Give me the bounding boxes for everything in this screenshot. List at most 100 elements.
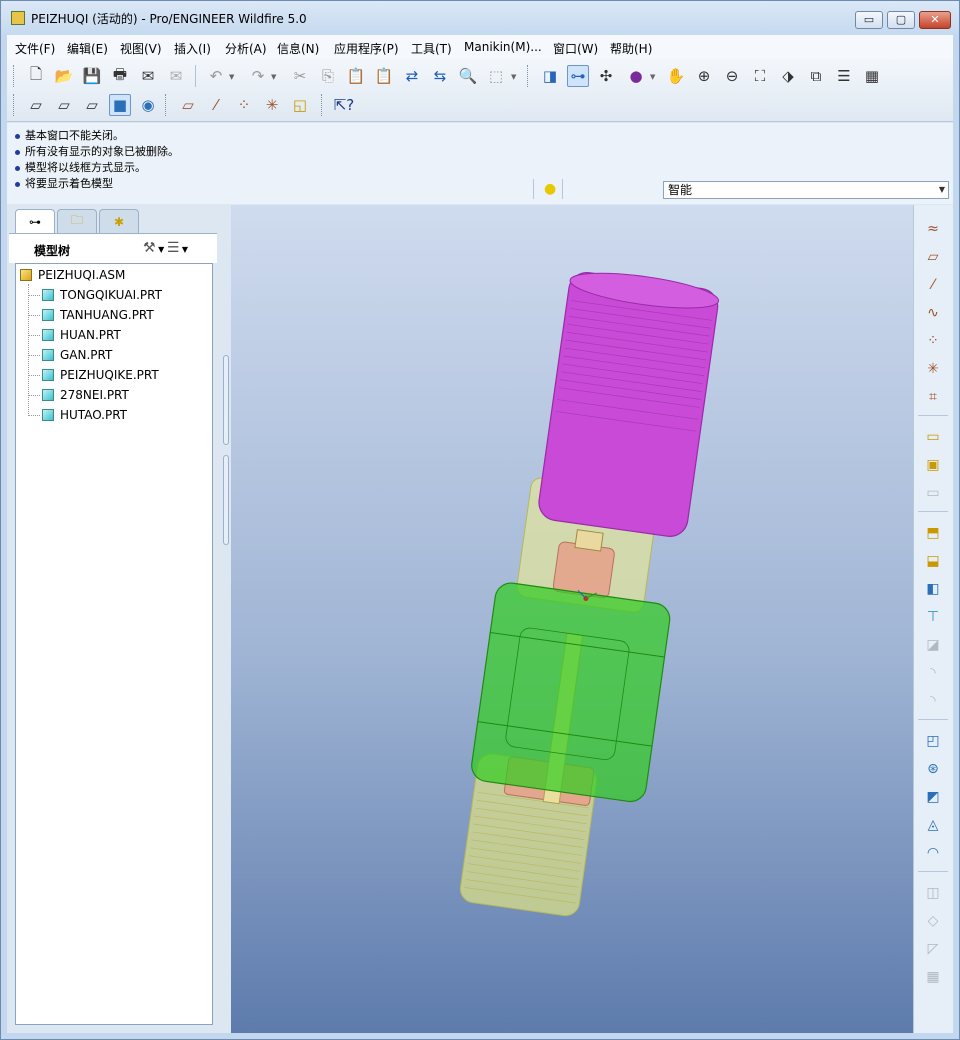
- cut-icon[interactable]: ✂: [289, 65, 311, 87]
- coord-systems-icon[interactable]: ✳: [261, 94, 283, 116]
- new-file-icon[interactable]: 🗋: [25, 65, 47, 87]
- datum-point-icon[interactable]: ⁘: [920, 329, 946, 353]
- chamfer-icon[interactable]: ◰: [920, 729, 946, 753]
- green-housing[interactable]: [470, 581, 672, 804]
- folder-browser-tab[interactable]: 🗀: [57, 209, 97, 233]
- layers-icon[interactable]: ☰: [833, 65, 855, 87]
- zoom-in-icon[interactable]: ⊕: [693, 65, 715, 87]
- orient-icon[interactable]: ⬗: [777, 65, 799, 87]
- datum-curve-sketch-icon[interactable]: ≈: [920, 217, 946, 241]
- lightbulb-icon[interactable]: ●: [544, 181, 556, 197]
- show-icon[interactable]: ☰: [167, 240, 180, 256]
- boundary-blend-icon[interactable]: ⊤: [920, 605, 946, 629]
- datum-points-icon[interactable]: ⁘: [233, 94, 255, 116]
- merge-icon[interactable]: ◇: [920, 909, 946, 933]
- favorites-tab[interactable]: ✱: [99, 209, 139, 233]
- redo-icon[interactable]: ↷: [247, 65, 269, 87]
- extend-icon[interactable]: ▦: [920, 965, 946, 989]
- revolve-icon[interactable]: ⬓: [920, 549, 946, 573]
- toolbar-grip[interactable]: [13, 94, 16, 116]
- pan-icon[interactable]: ✋: [665, 65, 687, 87]
- place-component-icon[interactable]: ▭: [920, 425, 946, 449]
- model-tree-tab[interactable]: ⊶: [15, 209, 55, 233]
- tree-item[interactable]: HUAN.PRT: [28, 325, 121, 345]
- menu-edit[interactable]: 编辑(E): [67, 40, 108, 57]
- find-icon[interactable]: 🔍: [457, 65, 479, 87]
- menu-view[interactable]: 视图(V): [120, 40, 162, 57]
- select-dropdown-icon[interactable]: ▼: [511, 73, 516, 81]
- paste-icon[interactable]: 📋: [345, 65, 367, 87]
- datum-csys-icon[interactable]: ✳: [920, 357, 946, 381]
- mail-icon[interactable]: ✉: [165, 65, 187, 87]
- toolbar-grip[interactable]: [527, 65, 530, 87]
- variable-section-sweep-icon[interactable]: ◧: [920, 577, 946, 601]
- hidden-line-icon[interactable]: ▱: [53, 94, 75, 116]
- paste-special-icon[interactable]: 📋: [373, 65, 395, 87]
- context-help-icon[interactable]: ⇱?: [333, 94, 355, 116]
- datum-planes-icon[interactable]: ▱: [177, 94, 199, 116]
- print-icon[interactable]: 🖶: [109, 65, 131, 87]
- graphics-window[interactable]: [231, 205, 913, 1033]
- fit-icon[interactable]: ⛶: [749, 65, 771, 87]
- shading-icon[interactable]: ■: [109, 94, 131, 116]
- chevron-down-icon[interactable]: ▼: [156, 245, 167, 254]
- redo-dropdown-icon[interactable]: ▼: [271, 73, 276, 81]
- pattern-icon[interactable]: ◠: [920, 841, 946, 865]
- panel-sash[interactable]: [221, 355, 231, 545]
- datum-curve-icon[interactable]: ∿: [920, 301, 946, 325]
- package-component-icon[interactable]: ▭: [920, 481, 946, 505]
- analysis-feature-icon[interactable]: ⌗: [920, 385, 946, 409]
- selection-filter-select[interactable]: 智能 ▼: [663, 181, 949, 199]
- wireframe-icon[interactable]: ▱: [25, 94, 47, 116]
- hole-icon[interactable]: ◝: [920, 661, 946, 685]
- extrude-icon[interactable]: ⬒: [920, 521, 946, 545]
- chevron-down-icon[interactable]: ▼: [179, 245, 188, 254]
- appearance-dropdown-icon[interactable]: ▼: [650, 73, 655, 81]
- datum-display-icon[interactable]: ⊶: [567, 65, 589, 87]
- sash-grip[interactable]: [223, 355, 229, 445]
- tree-root-item[interactable]: PEIZHUQI.ASM: [20, 265, 125, 285]
- tree-item[interactable]: PEIZHUQIKE.PRT: [28, 365, 159, 385]
- menu-file[interactable]: 文件(F): [15, 40, 55, 57]
- rib-icon[interactable]: ◬: [920, 813, 946, 837]
- copy-icon[interactable]: ⎘: [317, 65, 339, 87]
- no-hidden-icon[interactable]: ▱: [81, 94, 103, 116]
- menu-insert[interactable]: 插入(I): [174, 40, 211, 57]
- tree-item[interactable]: 278NEI.PRT: [28, 385, 129, 405]
- undo-icon[interactable]: ↶: [205, 65, 227, 87]
- spin-center-icon[interactable]: ✣: [595, 65, 617, 87]
- view-manager-icon[interactable]: ▦: [861, 65, 883, 87]
- style-icon[interactable]: ◪: [920, 633, 946, 657]
- draft-icon[interactable]: ⊛: [920, 757, 946, 781]
- create-component-icon[interactable]: ▣: [920, 453, 946, 477]
- saved-views-icon[interactable]: ⧉: [805, 65, 827, 87]
- toolbar-grip[interactable]: [165, 94, 168, 116]
- enhanced-realism-icon[interactable]: ◉: [137, 94, 159, 116]
- regenerate-icon[interactable]: ⇄: [401, 65, 423, 87]
- save-icon[interactable]: 💾: [81, 65, 103, 87]
- undo-dropdown-icon[interactable]: ▼: [229, 73, 234, 81]
- toolbar-grip[interactable]: [321, 94, 324, 116]
- tree-item[interactable]: HUTAO.PRT: [28, 405, 127, 425]
- send-mail-icon[interactable]: ✉: [137, 65, 159, 87]
- purple-cap[interactable]: [537, 270, 720, 538]
- assembly-model[interactable]: [231, 205, 913, 1033]
- inner-nut[interactable]: [574, 529, 604, 552]
- menu-manikin[interactable]: Manikin(M)...: [464, 40, 542, 54]
- tree-item[interactable]: GAN.PRT: [28, 345, 112, 365]
- zoom-out-icon[interactable]: ⊖: [721, 65, 743, 87]
- toolbar-grip[interactable]: [13, 65, 16, 87]
- datum-axis-icon[interactable]: ⁄: [920, 273, 946, 297]
- regen-manager-icon[interactable]: ⇆: [429, 65, 451, 87]
- trim-icon[interactable]: ◸: [920, 937, 946, 961]
- refit-icon[interactable]: ◨: [539, 65, 561, 87]
- menu-tools[interactable]: 工具(T): [411, 40, 452, 57]
- open-folder-icon[interactable]: 📂: [53, 65, 75, 87]
- annotations-icon[interactable]: ◱: [289, 94, 311, 116]
- appearance-icon[interactable]: ●: [625, 65, 647, 87]
- maximize-button[interactable]: ▢: [887, 11, 915, 29]
- tree-item[interactable]: TANHUANG.PRT: [28, 305, 154, 325]
- close-button[interactable]: ✕: [919, 11, 951, 29]
- settings-icon[interactable]: ⚒: [143, 240, 156, 256]
- datum-axes-icon[interactable]: ⁄: [205, 94, 227, 116]
